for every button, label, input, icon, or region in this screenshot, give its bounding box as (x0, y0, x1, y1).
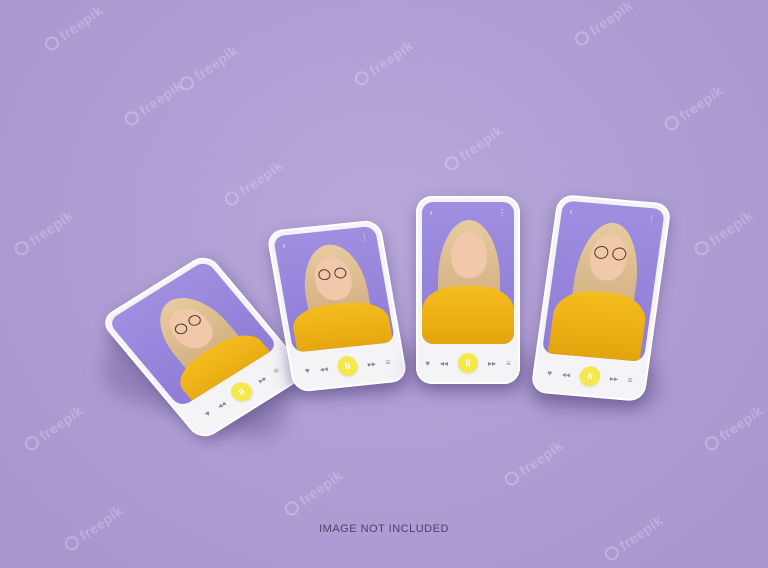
previous-icon[interactable]: ◂◂ (561, 369, 570, 379)
watermark: freepik (222, 157, 286, 209)
back-icon[interactable]: ‹ (569, 207, 573, 216)
watermark: freepik (22, 402, 86, 454)
next-icon[interactable]: ▸▸ (609, 374, 618, 384)
sweater (289, 298, 395, 353)
back-icon[interactable]: ‹ (430, 208, 433, 217)
play-pause-button[interactable]: II (226, 378, 257, 405)
heart-icon[interactable]: ♥ (202, 409, 212, 418)
caption-text: IMAGE NOT INCLUDED (319, 523, 449, 535)
watermark: freepik (702, 402, 766, 454)
watermark: freepik (692, 207, 756, 259)
watermark: freepik (442, 122, 506, 174)
more-icon[interactable]: ⋮ (498, 208, 506, 217)
player-controls: ♥ ◂◂ II ▸▸ ≡ (289, 347, 407, 385)
watermark: freepik (502, 437, 566, 489)
menu-icon[interactable]: ≡ (506, 359, 511, 368)
player-controls: ♥ ◂◂ II ▸▸ ≡ (416, 350, 520, 376)
play-pause-button[interactable]: II (578, 365, 602, 388)
screen-topbar: ‹ ⋮ (430, 208, 506, 217)
watermark: freepik (42, 2, 106, 54)
heart-icon[interactable]: ♥ (304, 366, 310, 375)
watermark: freepik (12, 207, 76, 259)
back-icon[interactable]: ‹ (282, 241, 286, 250)
menu-icon[interactable]: ≡ (385, 357, 391, 366)
player-controls: ♥ ◂◂ II ▸▸ ≡ (531, 358, 648, 394)
heart-icon[interactable]: ♥ (425, 359, 430, 368)
next-icon[interactable]: ▸▸ (488, 359, 496, 368)
previous-icon[interactable]: ◂◂ (319, 364, 329, 374)
play-pause-button[interactable]: II (458, 353, 479, 373)
menu-icon[interactable]: ≡ (627, 375, 633, 384)
previous-icon[interactable]: ◂◂ (215, 399, 228, 410)
phone-mockup-3: ‹ ⋮ ♥ ◂◂ II ▸▸ ≡ (416, 196, 520, 384)
watermark: freepik (122, 77, 186, 129)
sweater (422, 286, 514, 344)
watermark: freepik (572, 0, 636, 49)
phone-screen: ‹ ⋮ (272, 225, 396, 353)
play-pause-button[interactable]: II (335, 355, 360, 377)
watermark: freepik (602, 512, 666, 564)
screen-topbar: ‹ ⋮ (569, 207, 656, 223)
phone-screen: ‹ ⋮ (541, 200, 665, 362)
watermark: freepik (177, 42, 241, 94)
previous-icon[interactable]: ◂◂ (440, 359, 448, 368)
next-icon[interactable]: ▸▸ (256, 374, 269, 385)
phone-screen: ‹ ⋮ (422, 202, 514, 344)
more-icon[interactable]: ⋮ (647, 214, 656, 224)
menu-icon[interactable]: ≡ (271, 366, 281, 375)
watermark: freepik (662, 82, 726, 134)
heart-icon[interactable]: ♥ (547, 368, 553, 377)
watermark: freepik (352, 37, 416, 89)
more-icon[interactable]: ⋮ (360, 233, 370, 243)
watermark: freepik (282, 467, 346, 519)
face (451, 232, 487, 278)
next-icon[interactable]: ▸▸ (367, 359, 377, 369)
